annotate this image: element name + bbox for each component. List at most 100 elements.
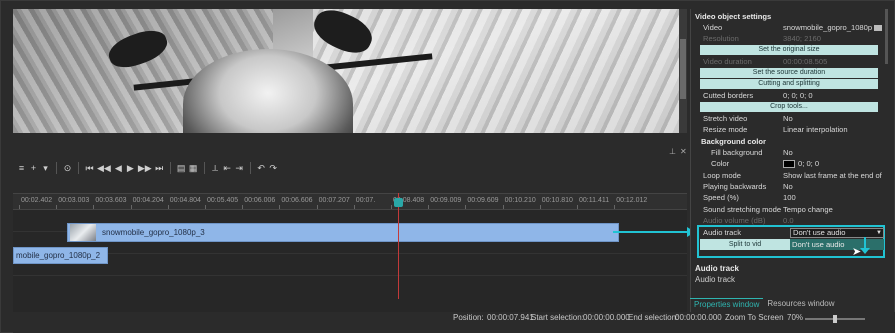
fast-forward-icon[interactable]: ▶▶ [138,163,152,174]
start-selection-value: 00:00:00.000 [583,313,630,322]
end-selection-label: End selection: [628,313,679,322]
ruler-tick-label: 00:04.804 [169,197,201,204]
split-to-video-button[interactable]: Split to vid [700,239,790,250]
prop-sound-stretching[interactable]: Sound stretching mode Tempo change [691,204,887,215]
set-original-size-button[interactable]: Set the original size [700,45,878,55]
divider [169,162,171,174]
go-start-icon[interactable]: ⏮ [85,163,94,174]
clip-thumbnail [70,224,96,241]
preview-scrollbar[interactable] [679,9,687,133]
position-label: Position: [453,313,484,322]
audio-track-select[interactable]: Don't use audio ▼ [790,228,884,238]
ruler-tick-mark [353,205,355,209]
play-icon[interactable]: ▶ [126,163,135,174]
undo-icon[interactable]: ↶ [257,163,266,174]
playhead-handle[interactable] [394,198,403,207]
split-icon[interactable]: ⟂ [211,163,220,174]
chevron-down-icon[interactable]: ▼ [876,229,882,237]
video-preview[interactable] [13,9,687,133]
zoom-slider-handle[interactable] [833,315,837,323]
step-back-icon[interactable]: ◀ [114,163,123,174]
prop-cutted-borders[interactable]: Cutted borders 0; 0; 0; 0 [691,90,887,101]
ruler-tick-label: 00:07. [355,197,376,204]
ruler-tick-label: 00:03.003 [58,197,90,204]
ruler-tick-mark [391,205,392,209]
ruler-tick-label: 00:05.405 [207,197,239,204]
properties-scrollbar[interactable] [885,9,888,64]
section-background[interactable]: Background color [691,136,887,147]
ruler-tick-mark [19,205,20,209]
prop-duration: Video duration 00:00:08.505 [703,57,828,66]
prop-resolution: Resolution 3840; 2160 [703,34,822,43]
folder-icon[interactable] [874,25,883,31]
annotation-arrow [613,231,693,233]
grid-icon[interactable]: ▦ [189,163,198,174]
preview-snow-right [313,9,687,133]
trim-left-icon[interactable]: ⇤ [223,163,232,174]
prop-video[interactable]: Video snowmobile_gopro_1080p [691,22,887,33]
description-title: Audio track [695,264,740,273]
divider [56,162,57,174]
ruler-tick-mark [56,205,58,209]
prop-fill-background[interactable]: Fill background No [691,147,887,158]
clock-icon[interactable]: ⊙ [63,163,72,174]
dropdown-icon[interactable]: ▾ [41,163,50,174]
prop-color[interactable]: Color 0; 0; 0 [691,158,887,169]
pin-icon[interactable]: ⊥ [669,147,676,156]
ruler-tick-mark [577,205,578,209]
ruler-tick-label: 00:04.204 [132,197,164,204]
close-icon[interactable]: ✕ [680,147,687,156]
clip-secondary[interactable]: mobile_gopro_1080p_2 [13,247,108,264]
prop-speed[interactable]: Speed (%) 100 [691,192,887,203]
ruler-tick-label: 00:02.402 [21,197,53,204]
tab-properties[interactable]: Properties window [690,298,764,310]
tracks-menu-icon[interactable]: ≡ [17,163,26,173]
trim-right-icon[interactable]: ⇥ [235,163,244,174]
add-icon[interactable]: + [29,163,38,173]
ruler-tick-label: 00:10.810 [541,197,573,204]
storyboard-icon[interactable]: ▤ [177,163,186,174]
start-selection-label: Start selection: [531,313,584,322]
redo-icon[interactable]: ↷ [269,163,278,174]
prop-playing-backwards[interactable]: Playing backwards No [691,181,887,192]
ruler-tick-mark [614,205,616,209]
tab-resources[interactable]: Resources window [763,298,838,310]
ruler-tick-mark [502,205,504,209]
ruler-tick-label: 00:06.006 [244,197,276,204]
prop-stretch[interactable]: Stretch video No [691,113,887,124]
timeline-ruler[interactable]: 00:02.402 00:03.003 00:03.603 00:04.204 00:0… [13,193,687,210]
ruler-tick-label: 00:09.609 [467,197,499,204]
ruler-tick-mark [205,205,206,209]
divider [78,162,79,174]
go-end-icon[interactable]: ⏭ [155,163,164,174]
ruler-tick-label: 00:09.009 [430,197,462,204]
timeline-tracks: snowmobile_gopro_1080p_3 mobile_gopro_10… [13,210,687,320]
section-video-settings[interactable]: Video object settings [691,11,887,22]
ruler-tick-label: 00:03.603 [95,197,127,204]
ruler-tick-mark [465,205,467,209]
clip-main[interactable]: snowmobile_gopro_1080p_3 [67,223,619,242]
crop-tools-button[interactable]: Crop tools... [700,102,878,112]
prop-loop-mode[interactable]: Loop mode Show last frame at the end of [691,170,887,181]
color-swatch[interactable] [783,160,795,168]
zoom-to-screen-button[interactable]: Zoom To Screen [725,313,784,322]
playhead-line[interactable] [398,193,399,299]
zoom-value: 70% [787,313,804,322]
editor-window: ⊥ ✕ ≡ + ▾ ⊙ ⏮ ◀◀ ◀ ▶ ▶▶ ⏭ ▤ ▦ ⟂ ⇤ ⇥ ↶ ↷ … [0,0,895,333]
prop-resize[interactable]: Resize mode Linear interpolation [691,124,887,135]
ruler-tick-label: 00:06.606 [281,197,313,204]
ruler-tick-label: 00:11.411 [579,197,610,204]
position-value: 00:00:07.941 [487,313,534,322]
rewind-icon[interactable]: ◀◀ [97,163,111,174]
divider [203,162,205,174]
cutting-splitting-button[interactable]: Cutting and splitting [700,79,878,89]
timeline-toolbar: ≡ + ▾ ⊙ ⏮ ◀◀ ◀ ▶ ▶▶ ⏭ ▤ ▦ ⟂ ⇤ ⇥ ↶ ↷ [13,159,687,177]
ruler-tick-label: 00:07.207 [318,197,350,204]
ruler-tick-label: 00:12.012 [616,197,648,204]
ruler-tick-label: 00:10.210 [504,197,536,204]
ruler-tick-mark [167,205,169,209]
ruler-tick-mark [130,205,132,209]
set-source-duration-button[interactable]: Set the source duration [700,68,878,78]
panel-tabs: Properties window Resources window [690,298,886,310]
annotation-down-arrow-head [860,248,870,254]
